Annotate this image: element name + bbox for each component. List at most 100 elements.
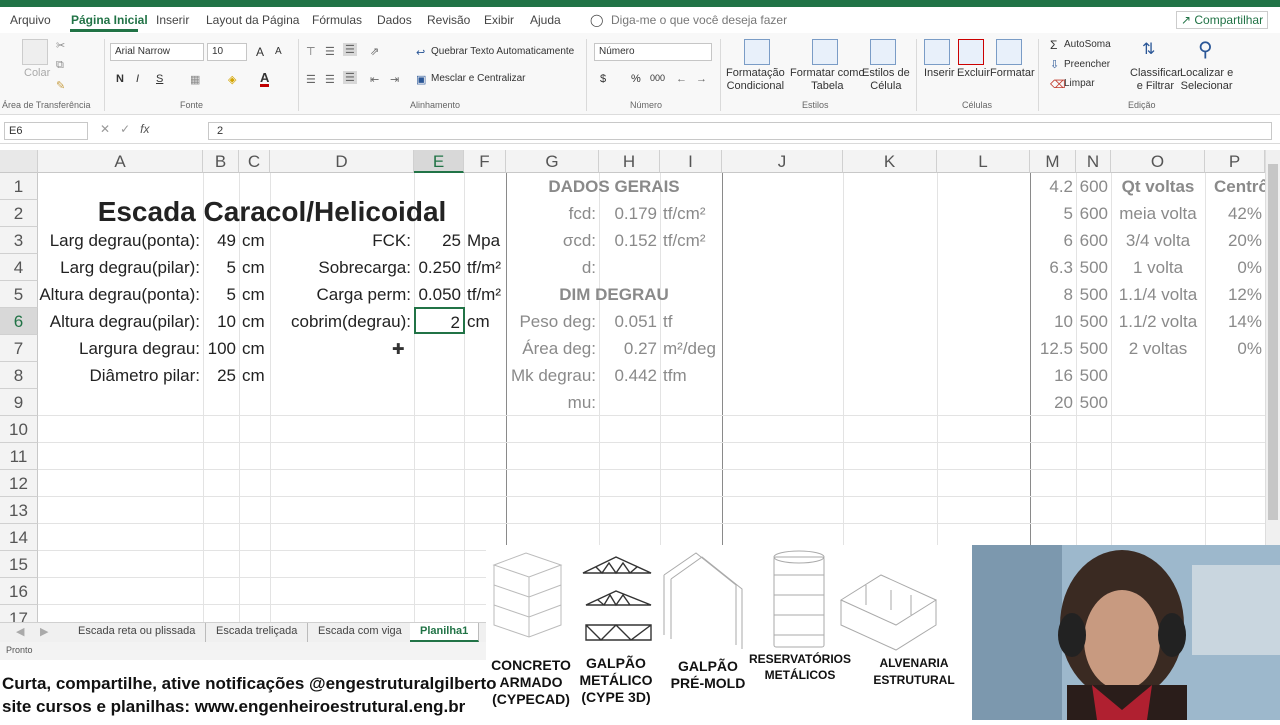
input-value[interactable]: 0.050 [414, 281, 461, 308]
table-cell-m[interactable]: 6.3 [1030, 254, 1073, 281]
col-header-a[interactable]: A [38, 150, 203, 173]
calc-value[interactable]: 0.179 [599, 200, 657, 227]
autosum-button[interactable]: AutoSoma [1064, 39, 1111, 50]
row-header[interactable]: 9 [0, 389, 38, 416]
tab-pagina-inicial[interactable]: Página Inicial [71, 13, 148, 27]
calc-label[interactable]: Mk degrau: [506, 362, 596, 389]
table-cell-n[interactable]: 600 [1076, 173, 1108, 200]
input-label[interactable]: Larg degrau(pilar): [38, 254, 200, 281]
table-cell-m[interactable]: 5 [1030, 200, 1073, 227]
font-size-select[interactable]: 10 [207, 43, 247, 61]
calc-unit[interactable]: tf [663, 308, 722, 335]
table-cell-n[interactable]: 600 [1076, 200, 1108, 227]
table-cell-p[interactable]: 0% [1205, 335, 1262, 362]
format-cells-button[interactable]: Formatar [990, 67, 1035, 79]
tab-ajuda[interactable]: Ajuda [530, 13, 561, 27]
find-select-button[interactable]: Localizar e Selecionar [1180, 67, 1233, 93]
increase-decimal-icon[interactable]: ← [676, 73, 687, 85]
table-cell-o[interactable]: meia volta [1111, 200, 1205, 227]
format-table-icon[interactable] [812, 39, 838, 65]
delete-cells-button[interactable]: Excluir [957, 67, 990, 79]
table-cell-p[interactable]: 14% [1205, 308, 1262, 335]
table-cell-o[interactable]: 3/4 volta [1111, 227, 1205, 254]
copy-icon[interactable]: ⧉ [56, 59, 64, 72]
input-unit[interactable]: Mpa [467, 227, 506, 254]
centro-header[interactable]: Centrô [1214, 173, 1265, 200]
underline-button[interactable]: S [156, 73, 163, 85]
tab-scroll-right-icon[interactable]: ▶ [30, 623, 58, 642]
table-cell-o[interactable]: 2 voltas [1111, 335, 1205, 362]
table-cell-m[interactable]: 4.2 [1030, 173, 1073, 200]
calc-label[interactable]: Área deg: [506, 335, 596, 362]
sort-filter-button[interactable]: Classificar e Filtrar [1130, 67, 1181, 93]
selected-cell-e6[interactable]: 2 [414, 307, 465, 334]
col-header-g[interactable]: G [506, 150, 599, 173]
borders-icon[interactable]: ▦ [190, 73, 200, 86]
input-label[interactable]: Larg degrau(ponta): [38, 227, 200, 254]
input-unit[interactable]: tf/m² [467, 254, 506, 281]
col-header-d[interactable]: D [270, 150, 414, 173]
table-cell-n[interactable]: 500 [1076, 335, 1108, 362]
row-header[interactable]: 6 [0, 308, 38, 335]
insert-cells-button[interactable]: Inserir [924, 67, 955, 79]
table-cell-o[interactable]: 1 volta [1111, 254, 1205, 281]
insert-function-icon[interactable]: fx [140, 122, 149, 136]
sheet-tab[interactable]: Escada com viga [308, 623, 413, 642]
row-header[interactable]: 4 [0, 254, 38, 281]
number-format-select[interactable]: Número [594, 43, 712, 61]
font-color-button[interactable]: A [260, 71, 270, 87]
find-select-icon[interactable]: ⚲ [1198, 37, 1213, 62]
tab-arquivo[interactable]: Arquivo [10, 13, 51, 27]
col-header-c[interactable]: C [239, 150, 270, 173]
insert-cells-icon[interactable] [924, 39, 950, 65]
decrease-decimal-icon[interactable]: → [696, 73, 707, 85]
input-unit[interactable]: cm [242, 335, 270, 362]
row-header[interactable]: 10 [0, 416, 38, 443]
sort-filter-icon[interactable]: ⇅ [1142, 39, 1155, 59]
calc-unit[interactable]: tf/cm² [663, 200, 722, 227]
input-value[interactable]: 25 [203, 362, 236, 389]
row-header[interactable]: 2 [0, 200, 38, 227]
sheet-tab[interactable]: Escada treliçada [206, 623, 309, 642]
tab-dados[interactable]: Dados [377, 13, 412, 27]
col-header-b[interactable]: B [203, 150, 239, 173]
col-header-k[interactable]: K [843, 150, 937, 173]
paste-icon[interactable] [22, 39, 48, 65]
percent-button[interactable]: % [631, 73, 641, 85]
table-cell-m[interactable]: 12.5 [1030, 335, 1073, 362]
row-header[interactable]: 8 [0, 362, 38, 389]
select-all-corner[interactable] [0, 150, 38, 173]
calc-label[interactable]: mu: [506, 389, 596, 416]
dados-gerais-header[interactable]: DADOS GERAIS [506, 173, 722, 200]
row-header[interactable]: 12 [0, 470, 38, 497]
row-header[interactable]: 15 [0, 551, 38, 578]
decrease-indent-icon[interactable]: ⇤ [370, 73, 379, 86]
table-cell-m[interactable]: 10 [1030, 308, 1073, 335]
calc-label[interactable]: σcd: [506, 227, 596, 254]
fill-color-icon[interactable]: ◈ [228, 73, 236, 86]
input-label[interactable]: cobrim(degrau): [270, 308, 411, 335]
input-value[interactable]: 5 [203, 281, 236, 308]
input-value[interactable]: 25 [414, 227, 461, 254]
share-button[interactable]: ↗ Compartilhar [1176, 11, 1269, 29]
font-name-select[interactable]: Arial Narrow [110, 43, 204, 61]
dim-degrau-header[interactable]: DIM DEGRAU [506, 281, 722, 308]
input-label[interactable]: Diâmetro pilar: [38, 362, 200, 389]
clear-button[interactable]: Limpar [1064, 78, 1095, 89]
cancel-icon[interactable]: ✕ [100, 122, 110, 136]
sheet-tab[interactable]: Escada reta ou plissada [68, 623, 207, 642]
row-header[interactable]: 3 [0, 227, 38, 254]
cut-icon[interactable]: ✂ [56, 39, 65, 52]
row-header[interactable]: 1 [0, 173, 38, 200]
table-cell-n[interactable]: 600 [1076, 227, 1108, 254]
row-header[interactable]: 13 [0, 497, 38, 524]
row-header[interactable]: 17 [0, 605, 38, 622]
tab-revisao[interactable]: Revisão [427, 13, 470, 27]
calc-value[interactable]: 0.051 [599, 308, 657, 335]
bold-button[interactable]: N [116, 73, 124, 85]
format-table-button[interactable]: Formatar como Tabela [790, 67, 865, 93]
sheet-tab-active[interactable]: Planilha1 [410, 623, 480, 642]
calc-value[interactable]: 0.27 [599, 335, 657, 362]
enter-icon[interactable]: ✓ [120, 122, 130, 136]
table-cell-m[interactable]: 8 [1030, 281, 1073, 308]
